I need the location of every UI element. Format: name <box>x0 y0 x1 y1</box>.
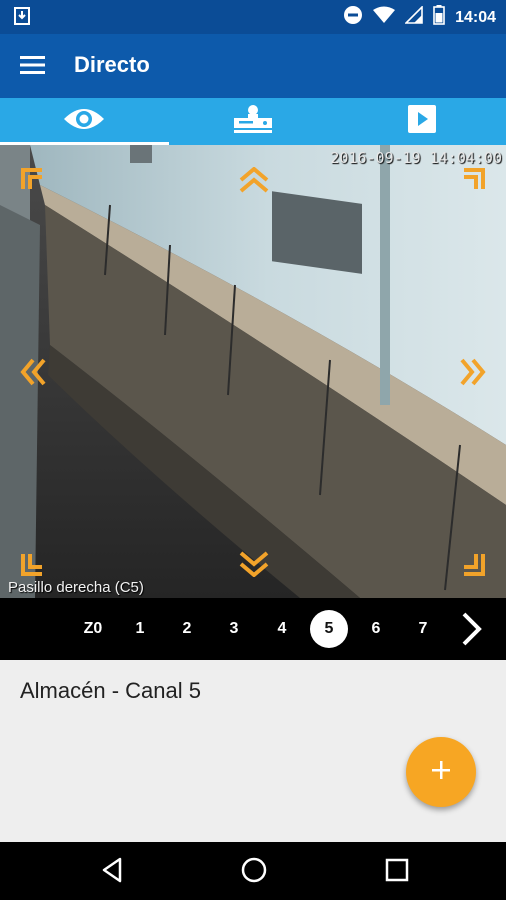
channel-5[interactable]: 5 <box>310 610 348 648</box>
system-nav-bar <box>0 842 506 900</box>
wifi-icon <box>373 6 396 29</box>
ptz-up-icon[interactable] <box>238 166 270 198</box>
channel-1[interactable]: 1 <box>121 610 159 648</box>
download-notification-icon <box>14 7 30 30</box>
app-bar: Directo <box>0 34 506 98</box>
channel-7[interactable]: 7 <box>404 610 442 648</box>
channel-selector: Z0 1 2 3 4 5 6 7 <box>0 598 506 660</box>
channel-6[interactable]: 6 <box>357 610 395 648</box>
tab-bar <box>0 98 506 145</box>
camera-title: Almacén - Canal 5 <box>20 678 201 703</box>
hamburger-menu-icon[interactable] <box>20 54 48 78</box>
battery-icon <box>433 5 445 30</box>
back-icon[interactable] <box>100 856 124 889</box>
play-icon <box>407 105 436 138</box>
chevron-right-icon[interactable] <box>460 612 484 651</box>
recents-icon[interactable] <box>384 856 410 889</box>
video-timestamp: 2016-09-19 14:04:00 <box>330 149 502 167</box>
channel-z0[interactable]: Z0 <box>74 610 112 648</box>
live-video-feed[interactable]: 2016-09-19 14:04:00 Pasillo derecha (C5) <box>0 145 506 598</box>
status-time: 14:04 <box>455 8 496 26</box>
tab-live[interactable] <box>0 98 169 145</box>
tab-recorder[interactable] <box>169 98 338 145</box>
signal-icon <box>404 5 423 29</box>
tab-playback[interactable] <box>337 98 506 145</box>
status-bar: 14:04 <box>0 0 506 34</box>
channel-3[interactable]: 3 <box>215 610 253 648</box>
eye-icon <box>63 106 105 137</box>
add-button[interactable] <box>406 737 476 807</box>
channel-4[interactable]: 4 <box>263 610 301 648</box>
channel-2[interactable]: 2 <box>168 610 206 648</box>
ptz-up-right-icon[interactable] <box>460 167 486 198</box>
ptz-left-icon[interactable] <box>20 357 46 392</box>
ptz-up-left-icon[interactable] <box>20 167 46 198</box>
ptz-down-right-icon[interactable] <box>460 551 486 582</box>
recorder-device-icon <box>233 104 273 139</box>
page-title: Directo <box>74 52 150 77</box>
do-not-disturb-icon <box>343 5 363 30</box>
home-icon[interactable] <box>240 856 268 889</box>
ptz-right-icon[interactable] <box>460 357 486 392</box>
camera-image <box>0 145 506 598</box>
ptz-down-icon[interactable] <box>238 551 270 582</box>
plus-icon <box>430 759 452 786</box>
ptz-down-left-icon[interactable] <box>20 551 46 582</box>
